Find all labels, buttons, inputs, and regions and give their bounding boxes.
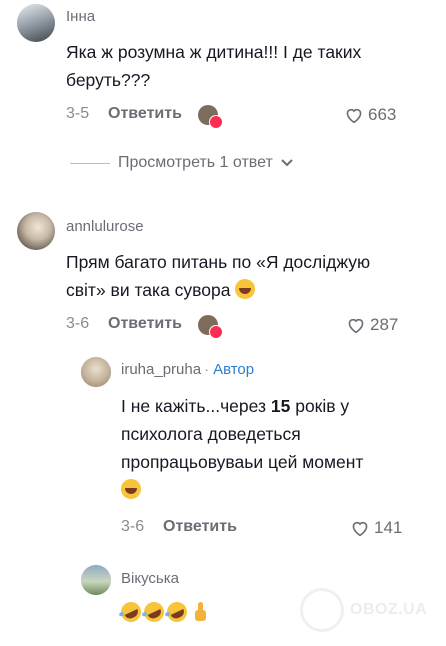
reply-author-name[interactable]: iruha_pruha bbox=[121, 361, 201, 378]
avatar[interactable] bbox=[17, 4, 55, 42]
thumbs-up-emoji-icon bbox=[190, 602, 210, 622]
watermark-text: OBOZ.UA bbox=[350, 601, 428, 618]
comment-text-line: Яка ж розумна ж дитина!!! І де таких bbox=[66, 42, 362, 62]
reply-button[interactable]: Ответить bbox=[108, 315, 182, 333]
reply-text-number: 15 bbox=[270, 396, 291, 416]
reply-text-line: пропрацьовуваьи цей момент bbox=[121, 452, 364, 472]
comment-author[interactable]: annlulurose bbox=[66, 218, 144, 235]
heart-badge-icon bbox=[209, 115, 223, 129]
comment-text-line: Прям багато питань по «Я досліджую bbox=[66, 252, 371, 272]
watermark: OBOZ.UA bbox=[300, 588, 427, 632]
reply-text-line: психолога доведеться bbox=[121, 424, 301, 444]
avatar[interactable] bbox=[17, 212, 55, 250]
comment-text-line: світ» ви така сувора bbox=[66, 280, 231, 300]
comment-date: 3-6 bbox=[66, 315, 90, 332]
comment-author[interactable]: Інна bbox=[66, 8, 95, 25]
view-replies-button[interactable]: Просмотреть 1 ответ bbox=[70, 154, 293, 172]
reply-button[interactable]: Ответить bbox=[108, 105, 182, 123]
laughing-emoji-icon bbox=[121, 479, 141, 499]
watermark-logo-icon bbox=[300, 588, 344, 632]
reply-text bbox=[117, 598, 210, 626]
heart-outline-icon bbox=[346, 108, 362, 124]
rofl-emoji-icon bbox=[117, 598, 145, 626]
view-replies-label: Просмотреть 1 ответ bbox=[118, 154, 273, 171]
heart-outline-icon bbox=[352, 521, 368, 537]
reply-text-segment: І не кажіть...через bbox=[121, 396, 271, 416]
divider-line bbox=[70, 162, 110, 164]
comment-text: Яка ж розумна ж дитина!!! І де таких бер… bbox=[66, 38, 361, 94]
rofl-emoji-icon bbox=[140, 598, 168, 626]
reply-date: 3-6 bbox=[121, 518, 145, 535]
creator-liked-avatar bbox=[198, 105, 223, 129]
comment-text: Прям багато питань по «Я досліджую світ»… bbox=[66, 248, 370, 304]
heart-outline-icon bbox=[348, 318, 364, 334]
rofl-emoji-icon bbox=[163, 598, 191, 626]
like-count: 287 bbox=[370, 315, 399, 334]
like-button[interactable]: 287 bbox=[346, 315, 398, 335]
like-count: 663 bbox=[368, 105, 397, 124]
heart-badge-icon bbox=[209, 325, 223, 339]
comment-date: 3-5 bbox=[66, 105, 90, 122]
reply-text-segment: років у bbox=[290, 396, 350, 416]
comment-text-line: беруть??? bbox=[66, 70, 151, 90]
reply-author: iruha_pruha · Автор bbox=[121, 361, 254, 378]
reply-text: І не кажіть...через 15 років у психолога… bbox=[121, 392, 363, 504]
avatar[interactable] bbox=[81, 565, 111, 595]
creator-liked-avatar bbox=[198, 315, 223, 339]
avatar[interactable] bbox=[81, 357, 111, 387]
like-count: 141 bbox=[374, 518, 403, 537]
like-button[interactable]: 141 bbox=[350, 518, 402, 538]
reply-button[interactable]: Ответить bbox=[163, 518, 237, 536]
reply-author[interactable]: Вікуська bbox=[121, 570, 179, 587]
separator-dot: · bbox=[204, 361, 210, 378]
author-badge: Автор bbox=[213, 361, 255, 378]
laughing-emoji-icon bbox=[235, 279, 256, 299]
like-button[interactable]: 663 bbox=[344, 105, 396, 125]
chevron-down-icon bbox=[281, 159, 293, 167]
